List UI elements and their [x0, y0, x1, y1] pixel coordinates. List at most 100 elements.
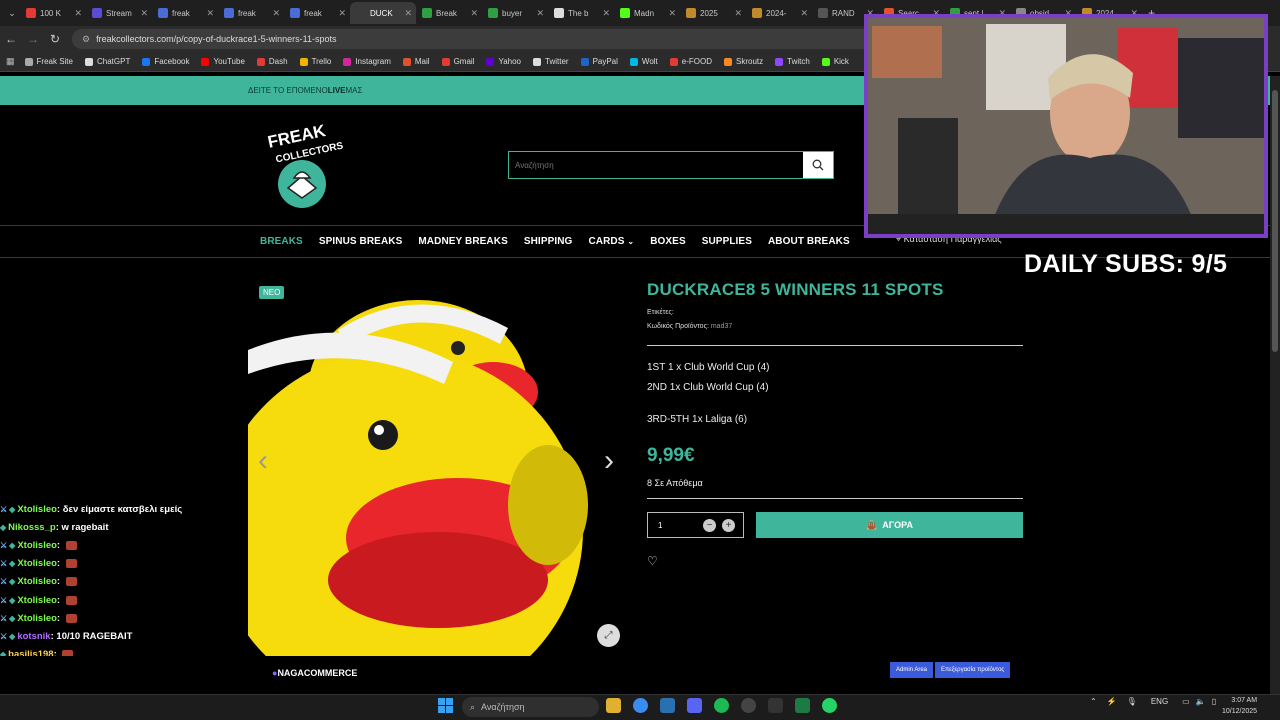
zoom-icon[interactable]: ⤢ [597, 624, 620, 647]
spotify-icon[interactable] [714, 698, 729, 713]
minus-icon[interactable]: − [703, 519, 716, 532]
bookmark-item[interactable]: Kick [821, 57, 849, 66]
wishlist-heart-icon[interactable]: ♡ [647, 554, 658, 568]
monitor-icon[interactable]: ▭ [1182, 697, 1190, 706]
browser-tab[interactable]: 100 K ✕ [20, 2, 86, 24]
quantity-value[interactable]: 1 [658, 521, 662, 530]
close-icon[interactable]: ✕ [800, 8, 808, 19]
volume-icon[interactable]: 🔈 [1196, 697, 1206, 706]
scrollbar-thumb[interactable] [1272, 90, 1278, 352]
close-icon[interactable]: ✕ [272, 8, 280, 19]
bookmark-item[interactable]: e-FOOD [669, 57, 713, 66]
site-logo[interactable]: FREAK COLLECTORS [262, 118, 352, 210]
browser-tab[interactable]: DUCK ✕ [350, 2, 416, 24]
divider [647, 498, 1023, 499]
browser-tab[interactable]: Madn ✕ [614, 2, 680, 24]
tab-favicon-icon [356, 8, 366, 18]
nagacommerce-logo[interactable]: ●NAGACOMMERCE [272, 668, 357, 678]
close-icon[interactable]: ✕ [74, 8, 82, 19]
browser-tab[interactable]: freak ✕ [152, 2, 218, 24]
steam-icon[interactable] [660, 698, 675, 713]
taskbar-search[interactable]: ⌕ Αναζήτηση [462, 697, 599, 717]
bookmark-item[interactable]: Instagram [343, 57, 391, 66]
bookmark-label: e-FOOD [681, 57, 713, 66]
bookmark-item[interactable]: YouTube [201, 57, 245, 66]
bookmark-item[interactable]: Facebook [142, 57, 189, 66]
bookmark-item[interactable]: Yahoo [486, 57, 521, 66]
quantity-stepper[interactable]: 1 − + [647, 512, 744, 538]
browser-tab[interactable]: 2025 ✕ [680, 2, 746, 24]
close-icon[interactable]: ✕ [338, 8, 346, 19]
browser-tab[interactable]: 2024- ✕ [746, 2, 812, 24]
browser-tab[interactable]: freak ✕ [284, 2, 350, 24]
nav-item[interactable]: BOXES [650, 236, 686, 247]
bookmark-item[interactable]: ChatGPT [84, 57, 130, 66]
close-icon[interactable]: ✕ [404, 8, 412, 19]
product-title: DUCKRACE8 5 WINNERS 11 SPOTS [647, 280, 944, 299]
page-scrollbar[interactable] [1270, 76, 1280, 694]
close-icon[interactable]: ✕ [140, 8, 148, 19]
gallery-prev-icon[interactable]: ‹ [258, 444, 268, 478]
bookmark-item[interactable]: Wolt [629, 57, 658, 66]
language-indicator[interactable]: ENG [1151, 697, 1168, 706]
site-info-icon[interactable]: ⚙ [82, 34, 90, 45]
bookmark-item[interactable]: Trello [299, 57, 331, 66]
close-icon[interactable]: ✕ [734, 8, 742, 19]
tray-chevron-icon[interactable]: ⌃ [1090, 697, 1097, 706]
close-icon[interactable]: ✕ [206, 8, 214, 19]
plus-icon[interactable]: + [722, 519, 735, 532]
nav-item[interactable]: MADNEY BREAKS [418, 236, 507, 247]
nav-item[interactable]: CARDS ⌄ [588, 236, 634, 247]
close-icon[interactable]: ✕ [668, 8, 676, 19]
add-to-cart-button[interactable]: 👜 ΑΓΟΡΑ [756, 512, 1023, 538]
file-explorer-icon[interactable] [606, 698, 621, 713]
browser-tab[interactable]: freak ✕ [218, 2, 284, 24]
apps-icon[interactable]: ▦ [6, 56, 15, 67]
forward-icon[interactable]: → [22, 32, 44, 46]
browser-tab[interactable]: Break ✕ [416, 2, 482, 24]
mic-icon[interactable]: 🎙 [1127, 697, 1137, 706]
obs-icon[interactable] [741, 698, 756, 713]
nav-label: BOXES [650, 236, 686, 247]
browser-tab[interactable]: The b ✕ [548, 2, 614, 24]
admin-area-button[interactable]: Admin Area [890, 662, 934, 678]
webcam-feed [868, 18, 1264, 234]
battery-icon[interactable]: ▯ [1212, 697, 1216, 706]
back-icon[interactable]: ← [0, 32, 22, 46]
search-button[interactable] [803, 152, 833, 178]
tab-favicon-icon [620, 8, 630, 18]
nav-item[interactable]: SHIPPING [524, 236, 573, 247]
bookmark-item[interactable]: Gmail [441, 57, 474, 66]
network-icon[interactable]: ⚡ [1107, 697, 1117, 706]
app-icon[interactable] [768, 698, 783, 713]
nav-item[interactable]: SUPPLIES [702, 236, 752, 247]
bookmark-item[interactable]: Freak Site [24, 57, 73, 66]
tab-menu-icon[interactable]: ⌄ [4, 8, 20, 19]
gallery-next-icon[interactable]: › [604, 444, 614, 478]
search-input[interactable] [509, 152, 803, 178]
bookmark-item[interactable]: Twitch [775, 57, 810, 66]
discord-icon[interactable] [687, 698, 702, 713]
close-icon[interactable]: ✕ [536, 8, 544, 19]
windows-start-icon[interactable] [438, 698, 454, 719]
new-badge: ΝΕΟ [259, 286, 285, 299]
bookmark-item[interactable]: Twitter [533, 57, 569, 66]
close-icon[interactable]: ✕ [602, 8, 610, 19]
bookmark-item[interactable]: Dash [256, 57, 288, 66]
bookmark-item[interactable]: PayPal [580, 57, 618, 66]
nav-item[interactable]: ABOUT BREAKS [768, 236, 850, 247]
nav-item[interactable]: BREAKS [260, 236, 303, 247]
browser-tab[interactable]: buyer ✕ [482, 2, 548, 24]
clock[interactable]: 3:07 AM 10/12/2025 [1222, 695, 1257, 717]
close-icon[interactable]: ✕ [470, 8, 478, 19]
reload-icon[interactable]: ↻ [44, 32, 66, 46]
whatsapp-icon[interactable] [822, 698, 837, 713]
chrome-icon[interactable] [633, 698, 648, 713]
bookmark-item[interactable]: Skroutz [724, 57, 763, 66]
nav-item[interactable]: SPINUS BREAKS [319, 236, 403, 247]
bookmark-favicon-icon [629, 57, 638, 66]
excel-icon[interactable] [795, 698, 810, 713]
browser-tab[interactable]: Stream ✕ [86, 2, 152, 24]
bookmark-item[interactable]: Mail [402, 57, 430, 66]
edit-product-button[interactable]: Επεξεργασία προϊόντος [935, 662, 1011, 678]
